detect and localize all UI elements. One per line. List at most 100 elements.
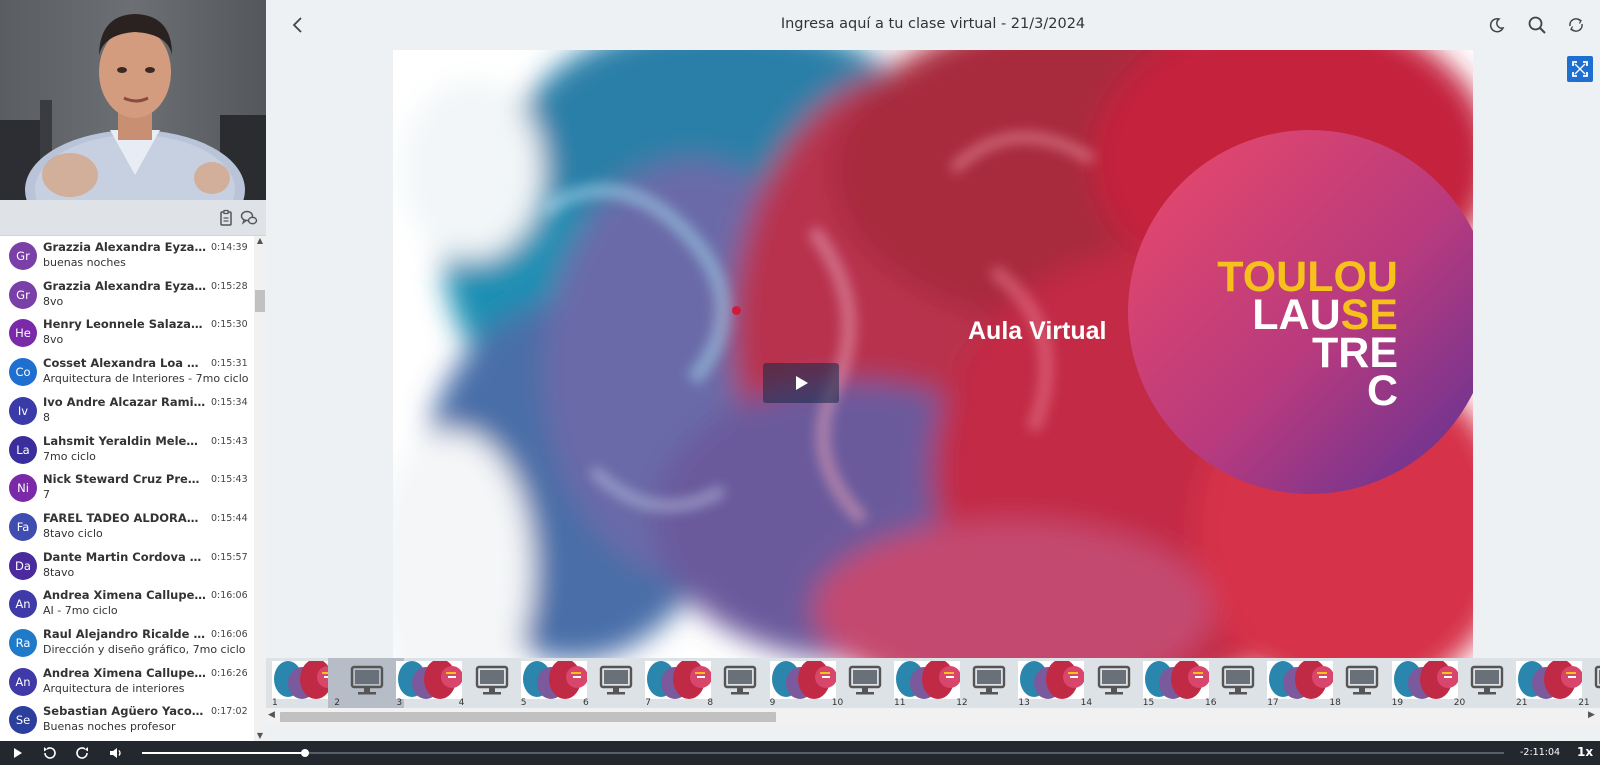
chat-timestamp[interactable]: 0:15:30 (211, 319, 248, 330)
chat-message-text: AI - 7mo ciclo (43, 604, 118, 618)
forward-icon[interactable] (75, 745, 91, 761)
chat-toolbar (0, 200, 266, 236)
thumbnail-scrollbar[interactable]: ◀ ▶ (266, 708, 1600, 725)
thumbnail-scrollbar-thumb[interactable] (280, 712, 776, 722)
chat-bubbles-icon[interactable] (240, 209, 258, 227)
chat-message: An Andrea Ximena Callupe Y... 0:16:26 Arqui… (0, 664, 254, 703)
chat-message-list[interactable]: Gr Grazzia Alexandra Eyzag... 0:14:39 buena… (0, 236, 254, 741)
thumbnail-number: 15 (1142, 698, 1155, 708)
chat-scrollbar-thumb[interactable] (255, 290, 265, 312)
chat-message: Ni Nick Steward Cruz Precia... 0:15:43 7 (0, 470, 254, 509)
thumbnail-number: 13 (1018, 698, 1030, 708)
chat-message-text: 7 (43, 488, 50, 502)
chat-message: Da Dante Martin Cordova M... 0:15:57 8tavo (0, 548, 254, 587)
chat-message: Iv Ivo Andre Alcazar Ramirez 0:15:34 8 (0, 393, 254, 432)
progress-handle[interactable] (301, 749, 310, 757)
chat-message: Gr Grazzia Alexandra Eyzag... 0:14:39 buena… (0, 238, 254, 277)
avatar: Fa (9, 512, 37, 541)
chat-message-text: Buenas noches profesor (43, 720, 176, 734)
rewind-icon[interactable] (41, 745, 57, 761)
thumbnail-number: 9 (769, 698, 776, 708)
thumbnail-number: 11 (894, 698, 906, 708)
chat-sender-name: FAREL TADEO ALDORADI... (43, 510, 206, 525)
avatar: Se (9, 706, 37, 735)
chat-timestamp[interactable]: 0:15:43 (211, 436, 248, 447)
time-remaining: -2:11:04 (1520, 747, 1561, 758)
chat-timestamp[interactable]: 0:15:43 (211, 474, 248, 485)
chat-timestamp[interactable]: 0:14:39 (211, 242, 248, 253)
thumbnail-number: 17 (1267, 698, 1279, 708)
chat-sender-name: Henry Leonnele Salazar ... (43, 317, 206, 332)
chat-timestamp[interactable]: 0:15:57 (211, 552, 248, 563)
chat-message: Ra Raul Alejandro Ricalde C... 0:16:06 Dire… (0, 625, 254, 664)
clipboard-icon[interactable] (217, 209, 235, 227)
search-icon[interactable] (1526, 14, 1548, 36)
screen-share-icon (1578, 661, 1600, 699)
scroll-right-arrow-icon[interactable]: ▶ (1588, 710, 1595, 720)
chat-timestamp[interactable]: 0:16:26 (211, 668, 248, 679)
webcam-video[interactable] (0, 0, 266, 200)
toulouse-lautrec-logo: TOULOU LAUSE TRE C (1198, 256, 1398, 413)
play-icon[interactable] (10, 745, 26, 761)
progress-fill (142, 752, 306, 754)
logo-text-part: C (1366, 367, 1398, 415)
thumbnail-number: 19 (1391, 698, 1404, 708)
fullscreen-icon[interactable] (1567, 56, 1593, 82)
chat-sender-name: Grazzia Alexandra Eyzag... (43, 240, 206, 254)
progress-bar[interactable] (142, 749, 1504, 757)
scroll-left-arrow-icon[interactable]: ◀ (268, 710, 275, 720)
slide-thumbnail-strip[interactable]: 1 2 3 4 5 6 7 8 9 10 11 12 13 14 15 16 17 18 19 20 21 21 (266, 658, 1600, 708)
chat-message-text: 8vo (43, 333, 64, 347)
chat-sender-name: Andrea Ximena Callupe Y... (43, 588, 206, 603)
thumbnail-number: 6 (583, 698, 589, 708)
chat-message-text: 8tavo (43, 565, 75, 579)
playback-controls: -2:11:04 1x (0, 741, 1600, 765)
avatar: Gr (9, 280, 37, 309)
chat-message-text: Arquitectura de interiores (43, 681, 185, 695)
chat-message-text: buenas noches (43, 256, 126, 269)
moon-icon[interactable] (1486, 14, 1508, 36)
avatar: Ra (9, 629, 37, 657)
avatar: Da (9, 551, 37, 580)
volume-icon[interactable] (108, 745, 124, 761)
thumbnail-number: 7 (645, 698, 651, 708)
refresh-icon[interactable] (1565, 14, 1587, 36)
thumbnail-number: 10 (831, 698, 844, 708)
play-overlay-button[interactable] (763, 363, 839, 403)
thumbnail-number: 14 (1080, 698, 1093, 708)
chat-timestamp[interactable]: 0:15:44 (211, 513, 248, 524)
presentation-slide: Aula Virtual TOULOU LAUSE TRE C (393, 50, 1473, 658)
slide-thumbnail[interactable]: 21 (1572, 658, 1600, 708)
scroll-down-arrow-icon[interactable]: ▼ (254, 731, 266, 741)
chat-message: La Lahsmit Yeraldin Melend... 0:15:43 7mo c… (0, 432, 254, 471)
thumbnail-number: 12 (956, 698, 968, 708)
chat-scrollbar[interactable]: ▲ ▼ (254, 236, 266, 741)
chat-timestamp[interactable]: 0:15:31 (211, 358, 248, 369)
playback-speed-button[interactable]: 1x (1577, 745, 1593, 759)
play-icon (796, 376, 808, 390)
thumbnail-number: 21 (1516, 698, 1528, 708)
avatar: Iv (9, 396, 37, 425)
chat-sender-name: Nick Steward Cruz Precia... (43, 472, 206, 487)
chat-timestamp[interactable]: 0:16:06 (211, 629, 248, 640)
avatar: Ni (9, 474, 37, 503)
chat-timestamp[interactable]: 0:16:06 (211, 590, 248, 601)
chat-timestamp[interactable]: 0:15:34 (211, 397, 248, 408)
scroll-up-arrow-icon[interactable]: ▲ (254, 236, 266, 246)
page-title: Ingresa aquí a tu clase virtual - 21/3/2… (780, 16, 1086, 32)
avatar: La (9, 435, 37, 464)
webcam-frame (0, 0, 266, 200)
chat-sender-name: Sebastian Agüero Yacolca (43, 704, 206, 719)
slide-heading: Aula Virtual (968, 317, 1107, 345)
header: Ingresa aquí a tu clase virtual - 21/3/2… (266, 0, 1600, 50)
chat-message: Se Sebastian Agüero Yacolca 0:17:02 Buenas … (0, 702, 254, 741)
chat-sender-name: Ivo Andre Alcazar Ramirez (43, 394, 206, 409)
avatar: An (9, 590, 37, 619)
chat-sender-name: Cosset Alexandra Loa Cruz (43, 356, 206, 371)
thumbnail-number: 3 (396, 698, 403, 708)
avatar: An (9, 667, 37, 696)
chat-timestamp[interactable]: 0:17:02 (211, 706, 248, 717)
chat-timestamp[interactable]: 0:15:28 (211, 281, 248, 292)
chat-message-text: Arquitectura de Interiores - 7mo ciclo (43, 372, 249, 386)
chat-message-text: Dirección y diseño gráfico, 7mo ciclo (43, 643, 246, 656)
